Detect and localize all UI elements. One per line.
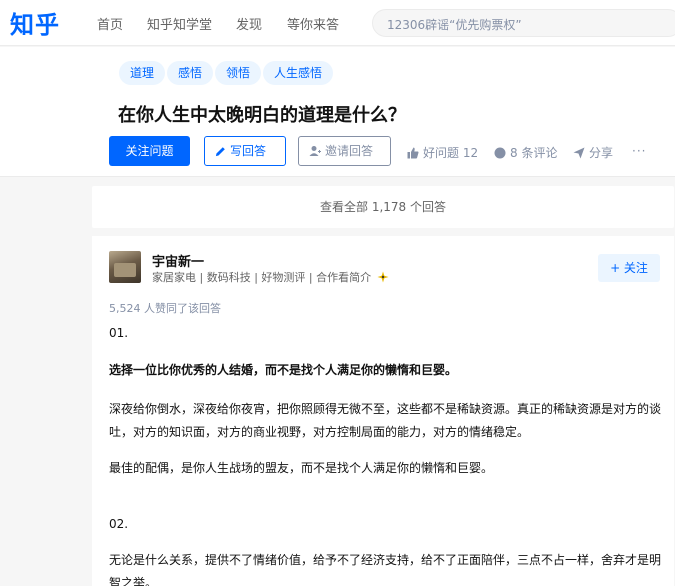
comments-label: 8 条评论 [510,146,558,160]
pencil-icon [215,139,226,167]
top-nav: 知乎 首页 知乎知学堂 发现 等你来答 12306辟谣“优先购票权” [0,0,675,46]
thumb-up-icon [407,147,419,162]
more-options-button[interactable]: ··· [632,144,646,158]
answer-paragraph: 02. [109,517,129,531]
invite-answer-label: 邀请回答 [325,144,374,158]
add-user-icon [309,139,321,167]
avatar[interactable] [109,251,141,283]
author-bio: 家居家电 | 数码科技 | 好物测评 | 合作看简介 [152,269,389,285]
nav-discover[interactable]: 发现 [236,14,262,33]
answer-paragraph: 选择一位比你优秀的人结婚，而不是找个人满足你的懒惰和巨婴。 [109,363,458,377]
topic-tag[interactable]: 感悟 [167,61,214,85]
good-question-button[interactable]: 好问题 12 [407,144,478,162]
author-bio-text: 家居家电 | 数码科技 | 好物测评 | 合作看简介 [152,271,372,284]
follow-question-button[interactable]: 关注问题 [109,136,190,166]
answer-paragraph: 无论是什么关系，提供不了情绪价值，给予不了经济支持，给不了正面陪伴，三点不占一样… [109,553,662,586]
nav-home[interactable]: 首页 [97,14,123,33]
search-input[interactable]: 12306辟谣“优先购票权” [372,9,675,37]
topic-tag[interactable]: 道理 [119,61,166,85]
author-name[interactable]: 宇宙新一 [152,251,204,270]
good-question-label: 好问题 12 [423,146,479,160]
question-header: 道理 感悟 领悟 人生感悟 在你人生中太晚明白的道理是什么？ 关注问题 写回答 … [0,47,675,177]
topic-tag[interactable]: 领悟 [215,61,262,85]
invite-answer-button[interactable]: 邀请回答 [298,136,391,166]
share-label: 分享 [589,146,614,160]
sparkle-badge-icon [377,271,389,283]
write-answer-button[interactable]: 写回答 [204,136,286,166]
topic-tag[interactable]: 人生感悟 [263,61,334,85]
question-title: 在你人生中太晚明白的道理是什么？ [118,105,406,126]
answer-paragraph: 01. [109,326,129,340]
answer-card: 宇宙新一 家居家电 | 数码科技 | 好物测评 | 合作看简介 + 关注 5,5… [92,236,674,586]
share-button[interactable]: 分享 [573,144,613,162]
view-all-answers-link[interactable]: 查看全部 1,178 个回答 [92,186,674,228]
comments-button[interactable]: 8 条评论 [494,144,557,162]
paper-plane-icon [573,147,585,162]
vote-count: 5,524 人赞同了该回答 [109,302,221,315]
write-answer-label: 写回答 [230,144,267,158]
answer-paragraph: 最佳的配偶，是你人生战场的盟友，而不是找个人满足你的懒惰和巨婴。 [109,461,494,475]
zhihu-logo[interactable]: 知乎 [10,5,60,40]
comment-icon [494,147,506,162]
follow-author-button[interactable]: + 关注 [598,254,660,282]
answer-paragraph: 深夜给你倒水，深夜给你夜宵，把你照顾得无微不至，这些都不是稀缺资源。真正的稀缺资… [109,402,662,439]
nav-zhixuetang[interactable]: 知乎知学堂 [147,14,212,33]
nav-waiting-answers[interactable]: 等你来答 [287,14,339,33]
